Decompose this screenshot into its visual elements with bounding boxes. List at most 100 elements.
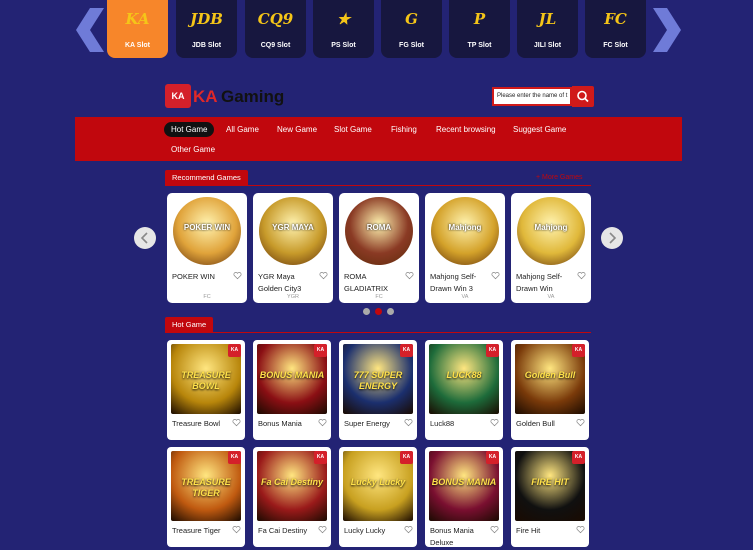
hot-game-card[interactable]: FIRE HIT KA Fire Hit bbox=[511, 447, 589, 547]
hot-game-card[interactable]: TREASURE TIGER KA Treasure Tiger bbox=[167, 447, 245, 547]
provider-tab[interactable]: ★ PS Slot bbox=[313, 0, 374, 58]
game-art-text: Fa Cai Destiny bbox=[260, 477, 324, 487]
game-name: Fire Hit bbox=[516, 526, 541, 535]
favorite-button[interactable] bbox=[405, 271, 414, 280]
search-input[interactable]: Please enter the name of t bbox=[492, 87, 572, 106]
provider-label: TP Slot bbox=[467, 42, 492, 49]
game-provider: FC bbox=[375, 294, 383, 300]
provider-logo: ★ bbox=[336, 10, 351, 28]
hot-game-title: Hot Game bbox=[165, 317, 214, 332]
recommend-game-card[interactable]: Mahjong Mahjong Self-Drawn Win VA bbox=[511, 193, 591, 303]
provider-tab[interactable]: CQ9 CQ9 Slot bbox=[245, 0, 306, 58]
ka-badge-icon: KA bbox=[572, 451, 585, 464]
favorite-button[interactable] bbox=[318, 418, 327, 427]
hot-game-card[interactable]: BONUS MANIA KA Bonus Mania Deluxe bbox=[425, 447, 503, 547]
favorite-button[interactable] bbox=[577, 271, 586, 280]
nav-suggest-game[interactable]: Suggest Game bbox=[506, 122, 573, 137]
favorite-button[interactable] bbox=[404, 418, 413, 427]
hot-game-card[interactable]: LUCK88 KA Luck88 bbox=[425, 340, 503, 440]
providers-next-button[interactable] bbox=[651, 8, 681, 52]
favorite-button[interactable] bbox=[576, 525, 585, 534]
recommend-next-button[interactable] bbox=[601, 227, 623, 249]
favorite-button[interactable] bbox=[490, 418, 499, 427]
ka-badge-icon: KA bbox=[400, 451, 413, 464]
search-button[interactable] bbox=[572, 86, 594, 107]
more-games-link[interactable]: + More Games bbox=[536, 174, 583, 181]
game-art-text: ROMA bbox=[366, 223, 392, 232]
ka-badge-icon: KA bbox=[572, 344, 585, 357]
game-art-text: TREASURE TIGER bbox=[181, 477, 231, 498]
recommend-game-card[interactable]: POKER WIN POKER WIN FC bbox=[167, 193, 247, 303]
carousel-dot-active[interactable] bbox=[375, 308, 382, 315]
provider-label: FG Slot bbox=[399, 42, 424, 49]
provider-logo: KA bbox=[125, 10, 150, 28]
recommend-game-card[interactable]: YGR MAYA YGR Maya Golden City3 YGR bbox=[253, 193, 333, 303]
favorite-button[interactable] bbox=[232, 525, 241, 534]
heart-icon bbox=[232, 419, 241, 427]
favorite-button[interactable] bbox=[404, 525, 413, 534]
favorite-button[interactable] bbox=[491, 271, 500, 280]
brand-name: Gaming bbox=[221, 87, 285, 106]
favorite-button[interactable] bbox=[233, 271, 242, 280]
nav-hot-game[interactable]: Hot Game bbox=[164, 122, 215, 137]
favorite-button[interactable] bbox=[319, 271, 328, 280]
provider-tab[interactable]: JL JILI Slot bbox=[517, 0, 578, 58]
hot-game-card[interactable]: 777 SUPER ENERGY KA Super Energy bbox=[339, 340, 417, 440]
chevron-right-icon bbox=[653, 8, 681, 52]
game-art-text: LUCK88 bbox=[446, 370, 482, 380]
game-art-text: Golden Bull bbox=[524, 370, 576, 380]
recommend-title: Recommend Games bbox=[165, 170, 248, 185]
hot-game-card[interactable]: Fa Cai Destiny KA Fa Cai Destiny bbox=[253, 447, 331, 547]
nav-all-game[interactable]: All Game bbox=[219, 122, 266, 137]
heart-icon bbox=[405, 272, 414, 280]
game-thumbnail[interactable]: Mahjong bbox=[431, 197, 499, 265]
hot-game-card[interactable]: BONUS MANIA KA Bonus Mania bbox=[253, 340, 331, 440]
favorite-button[interactable] bbox=[576, 418, 585, 427]
game-thumbnail[interactable]: YGR MAYA bbox=[259, 197, 327, 265]
game-art-text: YGR MAYA bbox=[272, 223, 314, 232]
provider-logo: G bbox=[405, 10, 418, 28]
game-art-text: TREASURE BOWL bbox=[181, 370, 231, 391]
game-art-text: Mahjong bbox=[448, 223, 482, 232]
hot-game-card[interactable]: Lucky Lucky KA Lucky Lucky bbox=[339, 447, 417, 547]
heart-icon bbox=[577, 272, 586, 280]
hot-game-card[interactable]: TREASURE BOWL KA Treasure Bowl bbox=[167, 340, 245, 440]
section-divider bbox=[165, 332, 591, 333]
nav-recent-browsing[interactable]: Recent browsing bbox=[429, 122, 503, 137]
favorite-button[interactable] bbox=[318, 525, 327, 534]
heart-icon bbox=[319, 272, 328, 280]
provider-tab[interactable]: P TP Slot bbox=[449, 0, 510, 58]
carousel-dot[interactable] bbox=[387, 308, 394, 315]
provider-logo: P bbox=[473, 10, 486, 28]
providers-prev-button[interactable] bbox=[76, 8, 106, 52]
game-thumbnail[interactable]: ROMA bbox=[345, 197, 413, 265]
heart-icon bbox=[318, 419, 327, 427]
game-provider: YGR bbox=[287, 294, 299, 300]
game-thumbnail[interactable]: POKER WIN bbox=[173, 197, 241, 265]
game-art-text: POKER WIN bbox=[183, 223, 231, 232]
favorite-button[interactable] bbox=[490, 525, 499, 534]
hot-game-card[interactable]: Golden Bull KA Golden Bull bbox=[511, 340, 589, 440]
provider-tab[interactable]: G FG Slot bbox=[381, 0, 442, 58]
recommend-game-card[interactable]: Mahjong Mahjong Self-Drawn Win 3 VA bbox=[425, 193, 505, 303]
heart-icon bbox=[318, 526, 327, 534]
game-art-text: BONUS MANIA bbox=[259, 370, 325, 380]
recommend-prev-button[interactable] bbox=[134, 227, 156, 249]
game-provider: FC bbox=[203, 294, 211, 300]
nav-new-game[interactable]: New Game bbox=[270, 122, 324, 137]
provider-label: CQ9 Slot bbox=[260, 42, 291, 49]
provider-tab[interactable]: KA KA Slot bbox=[107, 0, 168, 58]
nav-slot-game[interactable]: Slot Game bbox=[327, 122, 379, 137]
game-name: YGR Maya Golden City3 bbox=[258, 272, 302, 293]
game-art-text: Lucky Lucky bbox=[350, 477, 406, 487]
provider-tab[interactable]: JDB JDB Slot bbox=[176, 0, 237, 58]
game-thumbnail[interactable]: Mahjong bbox=[517, 197, 585, 265]
recommend-game-card[interactable]: ROMA ROMA GLADIATRIX FC bbox=[339, 193, 419, 303]
nav-other-game[interactable]: Other Game bbox=[164, 142, 222, 157]
provider-label: JILI Slot bbox=[533, 42, 562, 49]
provider-tab[interactable]: FC FC Slot bbox=[585, 0, 646, 58]
nav-fishing[interactable]: Fishing bbox=[384, 122, 424, 137]
favorite-button[interactable] bbox=[232, 418, 241, 427]
carousel-dot[interactable] bbox=[363, 308, 370, 315]
chevron-left-icon bbox=[76, 8, 104, 52]
